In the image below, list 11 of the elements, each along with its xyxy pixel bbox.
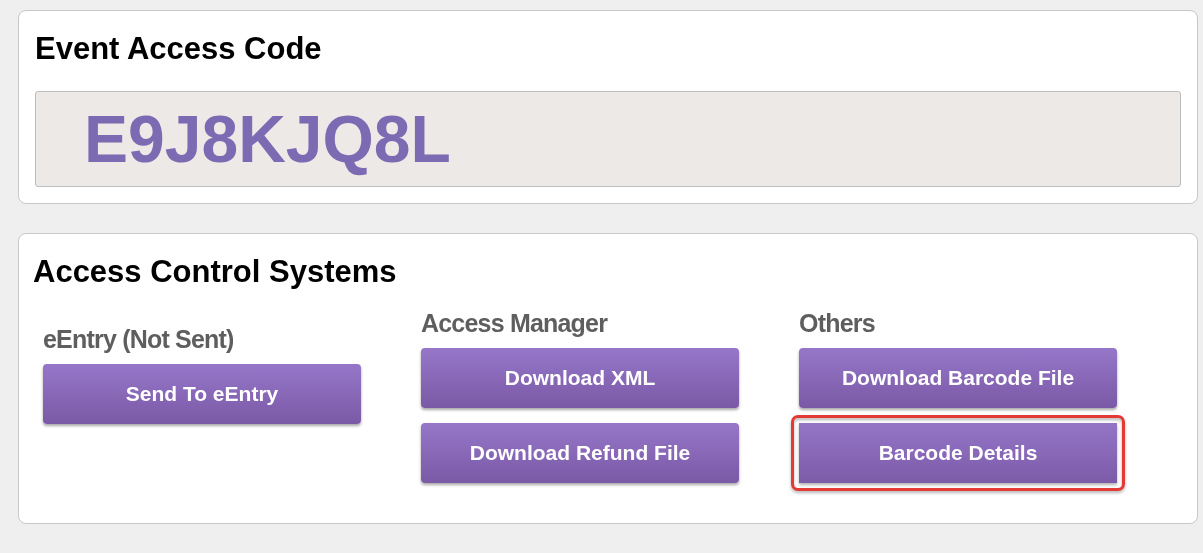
panel-title: Event Access Code	[35, 31, 323, 67]
access-code-field[interactable]: E9J8KJQ8L	[35, 91, 1181, 187]
column-heading: Access Manager	[421, 308, 609, 338]
panel-title: Access Control Systems	[33, 254, 398, 290]
action-button[interactable]: Barcode Details	[791, 415, 1125, 491]
action-button[interactable]: Download Barcode File	[799, 348, 1117, 408]
column-heading: Others	[799, 308, 876, 338]
action-button[interactable]: Download Refund File	[421, 423, 739, 483]
column-heading: eEntry (Not Sent)	[43, 324, 235, 354]
action-button[interactable]: Download XML	[421, 348, 739, 408]
action-button[interactable]: Send To eEntry	[43, 364, 361, 424]
